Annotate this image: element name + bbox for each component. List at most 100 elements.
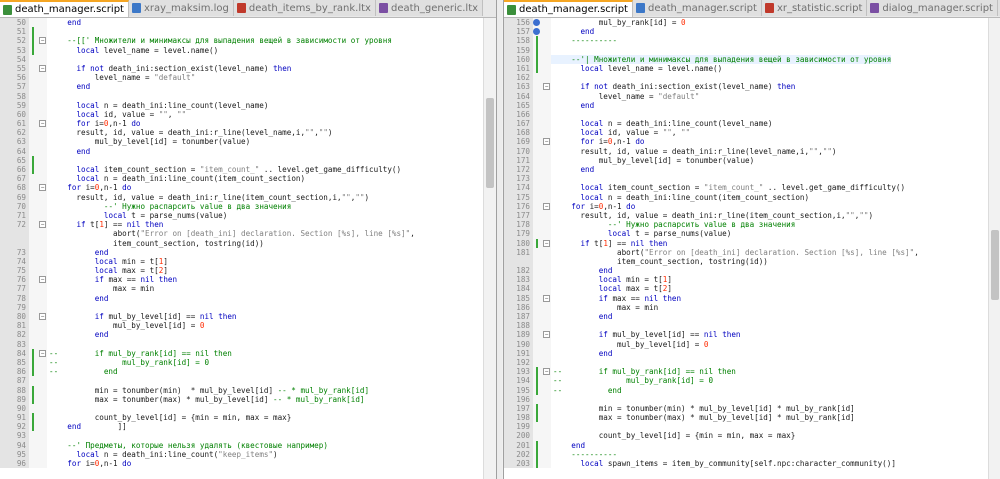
code-line[interactable]: 88 min = tonumber(min) * mul_by_level[id… xyxy=(0,385,496,395)
tab-death-manager-script[interactable]: death_manager.script xyxy=(504,0,633,17)
bookmark-margin[interactable] xyxy=(533,403,541,414)
fold-margin[interactable] xyxy=(37,321,47,331)
code-line[interactable]: 170 result, id, value = death_ini:r_line… xyxy=(504,146,1000,156)
bookmark-margin[interactable] xyxy=(29,394,37,405)
code-line[interactable]: 66 local item_count_section = "item_coun… xyxy=(0,165,496,175)
fold-margin[interactable] xyxy=(541,128,551,138)
fold-margin[interactable] xyxy=(541,302,551,312)
fold-toggle-icon[interactable]: − xyxy=(39,37,46,45)
fold-toggle-icon[interactable]: − xyxy=(39,64,46,72)
code-line[interactable]: 165 end xyxy=(504,100,1000,110)
bookmark-icon[interactable] xyxy=(533,19,540,26)
code-line[interactable]: 55 − if not death_ini:section_exist(level… xyxy=(0,63,496,74)
bookmark-margin[interactable] xyxy=(29,54,37,64)
fold-margin[interactable] xyxy=(541,321,551,331)
bookmark-margin[interactable] xyxy=(533,238,541,248)
fold-margin[interactable] xyxy=(541,45,551,55)
fold-toggle-icon[interactable]: − xyxy=(543,368,550,376)
code-line[interactable]: 199 xyxy=(504,422,1000,432)
fold-margin[interactable] xyxy=(541,146,551,156)
fold-margin[interactable] xyxy=(37,394,47,404)
code-line[interactable]: 89 max = tonumber(max) * mul_by_level[id… xyxy=(0,394,496,405)
fold-toggle-icon[interactable]: − xyxy=(39,276,46,284)
bookmark-margin[interactable] xyxy=(533,137,541,147)
bookmark-margin[interactable] xyxy=(29,210,37,221)
bookmark-margin[interactable] xyxy=(29,91,37,101)
bookmark-margin[interactable] xyxy=(29,376,37,386)
fold-margin[interactable] xyxy=(37,440,47,450)
fold-margin[interactable] xyxy=(37,247,47,257)
bookmark-margin[interactable] xyxy=(29,440,37,450)
fold-margin[interactable] xyxy=(37,137,47,147)
fold-margin[interactable]: − xyxy=(541,330,551,340)
fold-margin[interactable] xyxy=(37,54,47,64)
code-line[interactable]: item_count_section, tostring(id)) xyxy=(0,238,496,248)
fold-margin[interactable] xyxy=(37,330,47,340)
bookmark-margin[interactable] xyxy=(533,109,541,120)
fold-margin[interactable] xyxy=(37,266,47,276)
bookmark-margin[interactable] xyxy=(29,73,37,83)
code-line[interactable]: 70 --' Нужно распарсить value в два знач… xyxy=(0,201,496,211)
code-line[interactable]: 77 max = min xyxy=(0,284,496,294)
fold-margin[interactable] xyxy=(37,210,47,221)
bookmark-margin[interactable] xyxy=(533,431,541,441)
fold-margin[interactable] xyxy=(541,73,551,83)
code-line[interactable]: 175 local n = death_ini:line_count(item_… xyxy=(504,192,1000,202)
fold-margin[interactable] xyxy=(541,36,551,46)
bookmark-margin[interactable] xyxy=(29,155,37,166)
fold-toggle-icon[interactable]: − xyxy=(39,120,46,128)
fold-margin[interactable]: − xyxy=(541,293,551,303)
bookmark-margin[interactable] xyxy=(29,284,37,294)
fold-margin[interactable] xyxy=(541,312,551,322)
bookmark-margin[interactable] xyxy=(533,73,541,83)
fold-toggle-icon[interactable]: − xyxy=(39,313,46,320)
code-line[interactable]: 75 local max = t[2] xyxy=(0,266,496,276)
fold-margin[interactable] xyxy=(37,367,47,377)
code-line[interactable]: 191 end xyxy=(504,348,1000,358)
bookmark-margin[interactable] xyxy=(29,36,37,46)
code-line[interactable]: 156 mul_by_rank[id] = 0 xyxy=(504,18,1000,28)
code-line[interactable]: 95 local n = death_ini:line_count("keep_… xyxy=(0,449,496,459)
fold-margin[interactable] xyxy=(37,403,47,414)
fold-margin[interactable] xyxy=(37,413,47,423)
code-line[interactable]: 180 − if t[1] == nil then xyxy=(504,238,1000,248)
fold-margin[interactable] xyxy=(37,165,47,175)
fold-margin[interactable] xyxy=(37,376,47,386)
code-line[interactable]: 96 for i=0,n-1 do xyxy=(0,459,496,469)
code-line[interactable]: 90 xyxy=(0,403,496,414)
bookmark-margin[interactable] xyxy=(29,449,37,459)
code-line[interactable]: 176 − for i=0,n-1 do xyxy=(504,201,1000,211)
fold-margin[interactable]: − xyxy=(37,63,47,74)
fold-margin[interactable] xyxy=(541,266,551,276)
tab-death-manager-script[interactable]: death_manager.script xyxy=(0,0,129,17)
bookmark-margin[interactable] xyxy=(29,256,37,267)
tab-death-generic-ltx[interactable]: death_generic.ltx xyxy=(375,0,484,16)
fold-margin[interactable] xyxy=(37,238,47,248)
bookmark-margin[interactable] xyxy=(533,330,541,340)
code-line[interactable]: 50 end xyxy=(0,18,496,28)
code-line[interactable]: 187 end xyxy=(504,312,1000,322)
fold-margin[interactable] xyxy=(541,449,551,459)
tab-death-manager-script[interactable]: death_manager.script xyxy=(632,0,762,16)
bookmark-margin[interactable] xyxy=(533,376,541,386)
bookmark-margin[interactable] xyxy=(533,201,541,211)
fold-margin[interactable] xyxy=(541,18,551,28)
code-line[interactable]: 177 result, id, value = death_ini:r_line… xyxy=(504,210,1000,221)
bookmark-margin[interactable] xyxy=(533,210,541,221)
fold-margin[interactable] xyxy=(37,91,47,101)
bookmark-margin[interactable] xyxy=(29,229,37,239)
code-line[interactable]: 194 -- mul_by_rank[id] = 0 xyxy=(504,376,1000,386)
bookmark-margin[interactable] xyxy=(29,220,37,230)
left-editor-pane[interactable]: death_manager.script xray_maksim.log death… xyxy=(0,0,497,479)
code-line[interactable]: 83 xyxy=(0,339,496,349)
bookmark-margin[interactable] xyxy=(29,357,37,368)
code-line[interactable]: 172 end xyxy=(504,165,1000,175)
bookmark-margin[interactable] xyxy=(29,201,37,211)
code-line[interactable]: 71 local t = parse_nums(value) xyxy=(0,210,496,221)
bookmark-margin[interactable] xyxy=(29,18,37,28)
fold-margin[interactable] xyxy=(541,119,551,129)
bookmark-margin[interactable] xyxy=(533,256,541,267)
fold-margin[interactable]: − xyxy=(37,275,47,285)
code-line[interactable]: 190 mul_by_level[id] = 0 xyxy=(504,339,1000,349)
bookmark-margin[interactable] xyxy=(533,82,541,92)
